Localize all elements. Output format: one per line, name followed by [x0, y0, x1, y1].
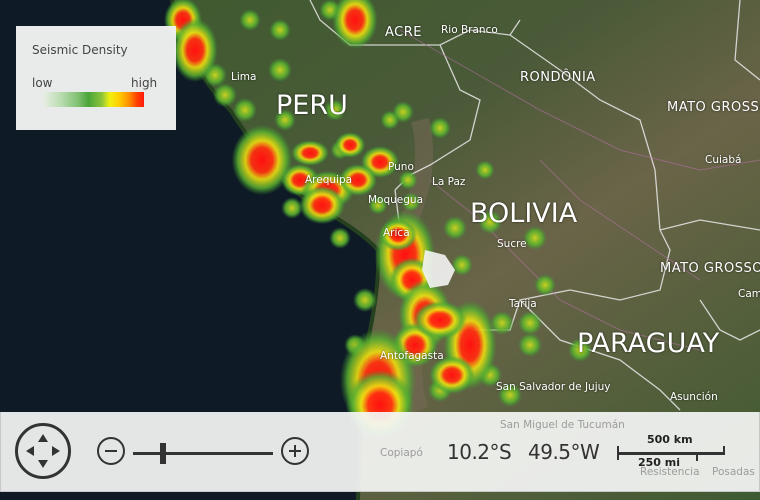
heat-spot-low [239, 9, 261, 31]
scale-tick-right [723, 446, 725, 455]
legend-color-scale [43, 92, 144, 107]
heat-spot-low [518, 333, 542, 357]
scale-tick-left [617, 446, 619, 460]
city-label-campo-grande: Campo Grande [738, 288, 760, 300]
pan-right-icon[interactable] [52, 446, 60, 456]
city-label-puno: Puno [388, 161, 414, 173]
heat-spot-high [172, 18, 218, 82]
heat-spot-low [392, 101, 414, 123]
pan-up-icon[interactable] [38, 434, 48, 442]
zoom-in-button[interactable] [281, 437, 309, 465]
longitude-readout: 49.5°W [528, 440, 600, 464]
heat-spot-low [269, 19, 291, 41]
country-label-bolivia: BOLIVIA [470, 198, 578, 229]
city-label-resistencia: Resistencia [640, 466, 700, 478]
scale-km-label: 500 km [647, 433, 693, 446]
zoom-slider-thumb[interactable] [159, 443, 166, 464]
heat-spot-low [233, 98, 257, 122]
city-label-sucre: Sucre [497, 238, 527, 250]
heat-spot-low [443, 216, 467, 240]
heat-spot-high [299, 185, 345, 225]
heat-spot-low [534, 274, 556, 296]
heat-spot-low [353, 288, 377, 312]
zoom-slider-track[interactable] [133, 452, 273, 455]
city-label-san-salvador-de-jujuy: San Salvador de Jujuy [496, 381, 611, 393]
heat-spot-high [334, 132, 366, 158]
heat-spot-low [329, 227, 351, 249]
city-label-san-miguel-de-tucuman: San Miguel de Tucumán [500, 419, 625, 431]
city-label-arica: Arica [383, 227, 410, 239]
heat-spot-low [429, 117, 451, 139]
minus-icon [105, 450, 117, 452]
state-label-mato-grosso: MATO GROSSO [667, 100, 760, 115]
city-label-tarija: Tarija [509, 298, 537, 310]
heat-spot-low [268, 58, 292, 82]
heat-spot-low [518, 311, 542, 335]
heat-spot-low [398, 170, 418, 190]
country-label-paraguay: PARAGUAY [577, 328, 720, 359]
heat-spot-high [413, 300, 467, 340]
city-label-lima: Lima [231, 71, 257, 83]
state-label-acre: ACRE [385, 25, 422, 40]
legend-title: Seismic Density [32, 43, 128, 57]
heat-spot-low [475, 160, 495, 180]
city-label-la-paz: La Paz [432, 176, 466, 188]
scale-tick-mi [696, 452, 698, 461]
pan-left-icon[interactable] [26, 446, 34, 456]
heat-spot-high [291, 140, 329, 166]
city-label-moquegua: Moquegua [368, 194, 424, 206]
plus-icon-v [294, 445, 296, 457]
state-label-rondonia: RONDÔNIA [520, 70, 596, 85]
city-label-copiapo: Copiapó [380, 447, 423, 459]
city-label-antofagasta: Antofagasta [380, 350, 444, 362]
pan-control[interactable] [15, 423, 71, 479]
scale-line [617, 452, 725, 455]
city-label-arequipa: Arequipa [305, 174, 353, 186]
state-label-mato-grosso-do-sul: MATO GROSSO [660, 261, 760, 276]
zoom-out-button[interactable] [97, 437, 125, 465]
city-label-rio-branco: Rio Branco [441, 24, 498, 36]
legend-low-label: low [32, 76, 53, 90]
legend-high-label: high [131, 76, 158, 90]
pan-down-icon[interactable] [38, 460, 48, 468]
country-label-peru: PERU [276, 90, 348, 121]
city-label-posadas: Posadas [712, 466, 755, 478]
city-label-cuiaba: Cuiabá [705, 154, 742, 166]
legend-panel: Seismic Density low high [16, 26, 176, 130]
latitude-readout: 10.2°S [447, 440, 512, 464]
heat-spot-low [451, 254, 473, 276]
city-label-asuncion: Asunción [670, 391, 718, 403]
